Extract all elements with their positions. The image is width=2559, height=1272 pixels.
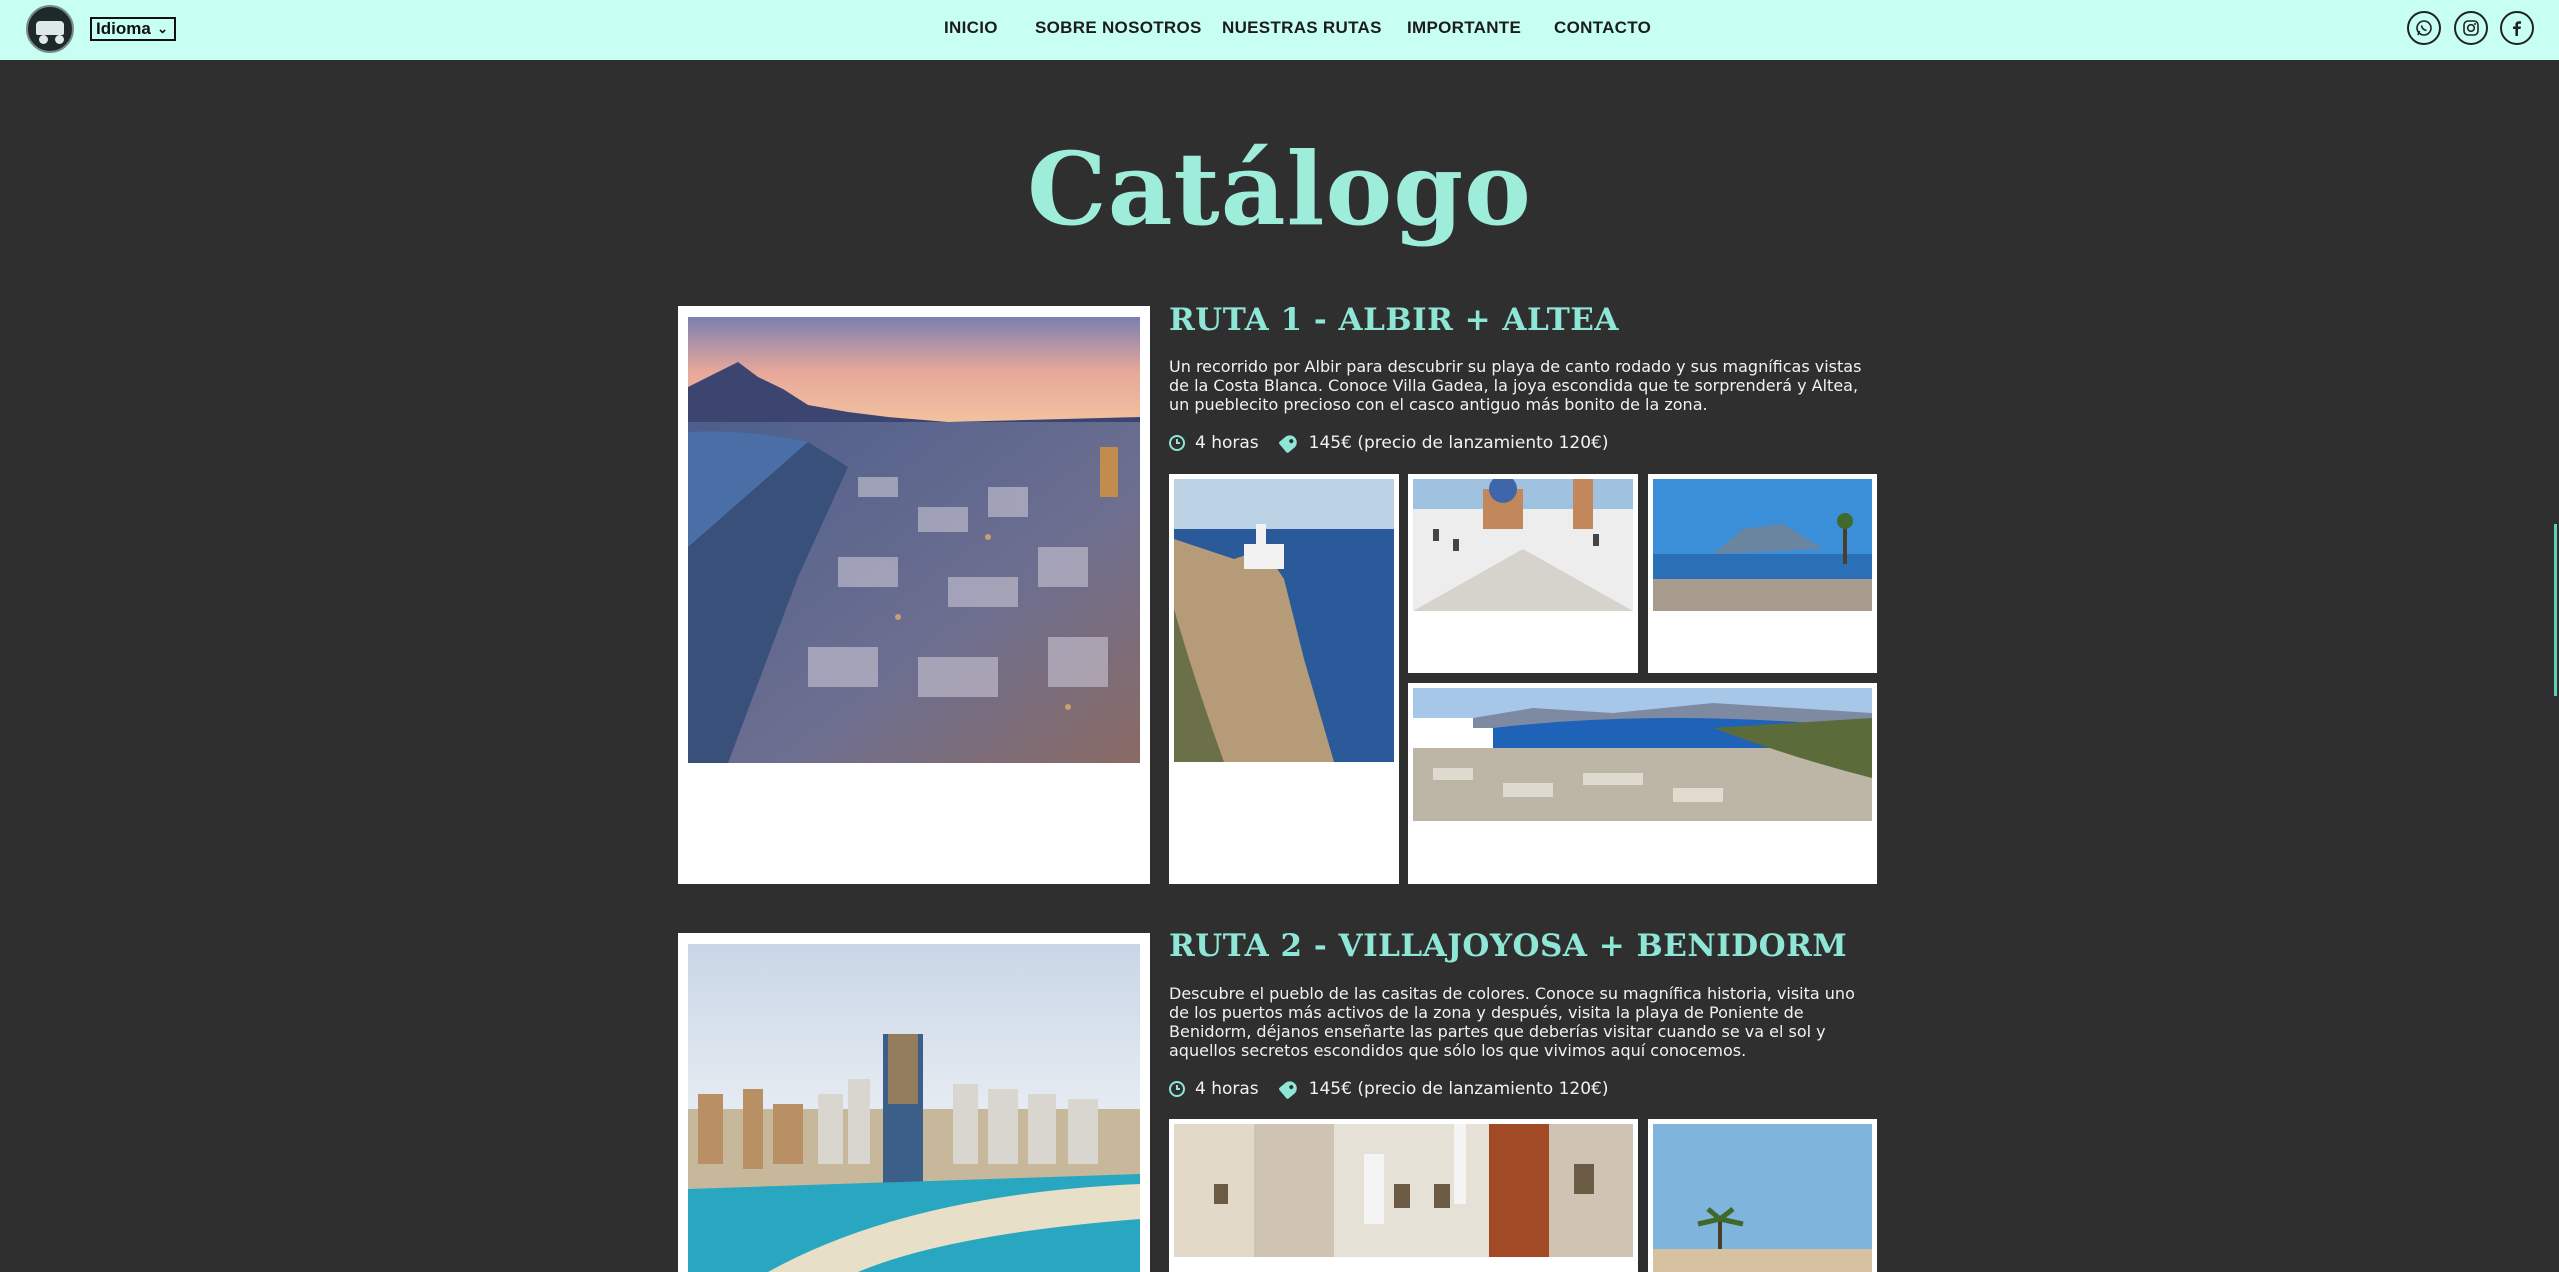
- scrollbar-indicator[interactable]: [2554, 524, 2557, 696]
- nav-importante[interactable]: IMPORTANTE: [1407, 18, 1521, 38]
- route-1-gallery-photo-3[interactable]: [1653, 479, 1872, 611]
- route-1-gallery-frame-2: [1408, 474, 1638, 673]
- route-1-main-photo[interactable]: [688, 317, 1140, 763]
- nav-sobre-nosotros[interactable]: SOBRE NOSOTROS: [1035, 18, 1202, 38]
- language-select-label: Idioma: [96, 19, 151, 38]
- route-1-title: RUTA 1 - ALBIR + ALTEA: [1169, 302, 1619, 338]
- language-select[interactable]: Idioma ⌄: [90, 17, 176, 41]
- route-1-gallery-photo-2[interactable]: [1413, 479, 1633, 611]
- route-2-meta: 4 horas 145€ (precio de lanzamiento 120€…: [1169, 1078, 1609, 1100]
- route-1-gallery-photo-4[interactable]: [1413, 688, 1872, 821]
- logo-icon[interactable]: [26, 5, 74, 53]
- route-2-gallery-photo-2[interactable]: [1653, 1124, 1872, 1272]
- route-1-gallery-photo-1[interactable]: [1174, 479, 1394, 762]
- route-2-gallery-frame-1: [1169, 1119, 1638, 1272]
- clock-icon: [1169, 435, 1185, 451]
- nav-nuestras-rutas[interactable]: NUESTRAS RUTAS: [1222, 18, 1382, 38]
- route-1-duration: 4 horas: [1195, 433, 1259, 453]
- route-2-gallery-photo-1[interactable]: [1174, 1124, 1633, 1257]
- route-2-price: 145€ (precio de lanzamiento 120€): [1308, 1079, 1609, 1099]
- route-1-gallery-frame-3: [1648, 474, 1877, 673]
- nav-inicio[interactable]: INICIO: [944, 18, 998, 38]
- whatsapp-icon[interactable]: [2407, 11, 2441, 45]
- route-2-main-photo[interactable]: [688, 944, 1140, 1272]
- nav-contacto[interactable]: CONTACTO: [1554, 18, 1651, 38]
- page-title: Catálogo: [1027, 130, 1532, 248]
- chevron-down-icon: ⌄: [157, 21, 168, 36]
- route-1-gallery-frame-1: [1169, 474, 1399, 884]
- facebook-icon[interactable]: [2500, 11, 2534, 45]
- top-navigation-bar: Idioma ⌄ INICIO SOBRE NOSOTROS NUESTRAS …: [0, 0, 2559, 60]
- route-1-main-photo-frame: [678, 306, 1150, 884]
- route-1-meta: 4 horas 145€ (precio de lanzamiento 120€…: [1169, 432, 1609, 454]
- route-2-gallery-frame-2: [1648, 1119, 1877, 1272]
- route-1-price: 145€ (precio de lanzamiento 120€): [1308, 433, 1609, 453]
- route-1-description: Un recorrido por Albir para descubrir su…: [1169, 357, 1862, 414]
- route-2-main-photo-frame: [678, 933, 1150, 1272]
- price-tag-icon: [1278, 1078, 1300, 1100]
- route-2-duration: 4 horas: [1195, 1079, 1259, 1099]
- clock-icon: [1169, 1081, 1185, 1097]
- instagram-icon[interactable]: [2454, 11, 2488, 45]
- route-1-gallery-frame-4: [1408, 683, 1877, 884]
- route-2-description: Descubre el pueblo de las casitas de col…: [1169, 984, 1855, 1060]
- price-tag-icon: [1278, 432, 1300, 454]
- route-2-title: RUTA 2 - VILLAJOYOSA + BENIDORM: [1169, 928, 1848, 964]
